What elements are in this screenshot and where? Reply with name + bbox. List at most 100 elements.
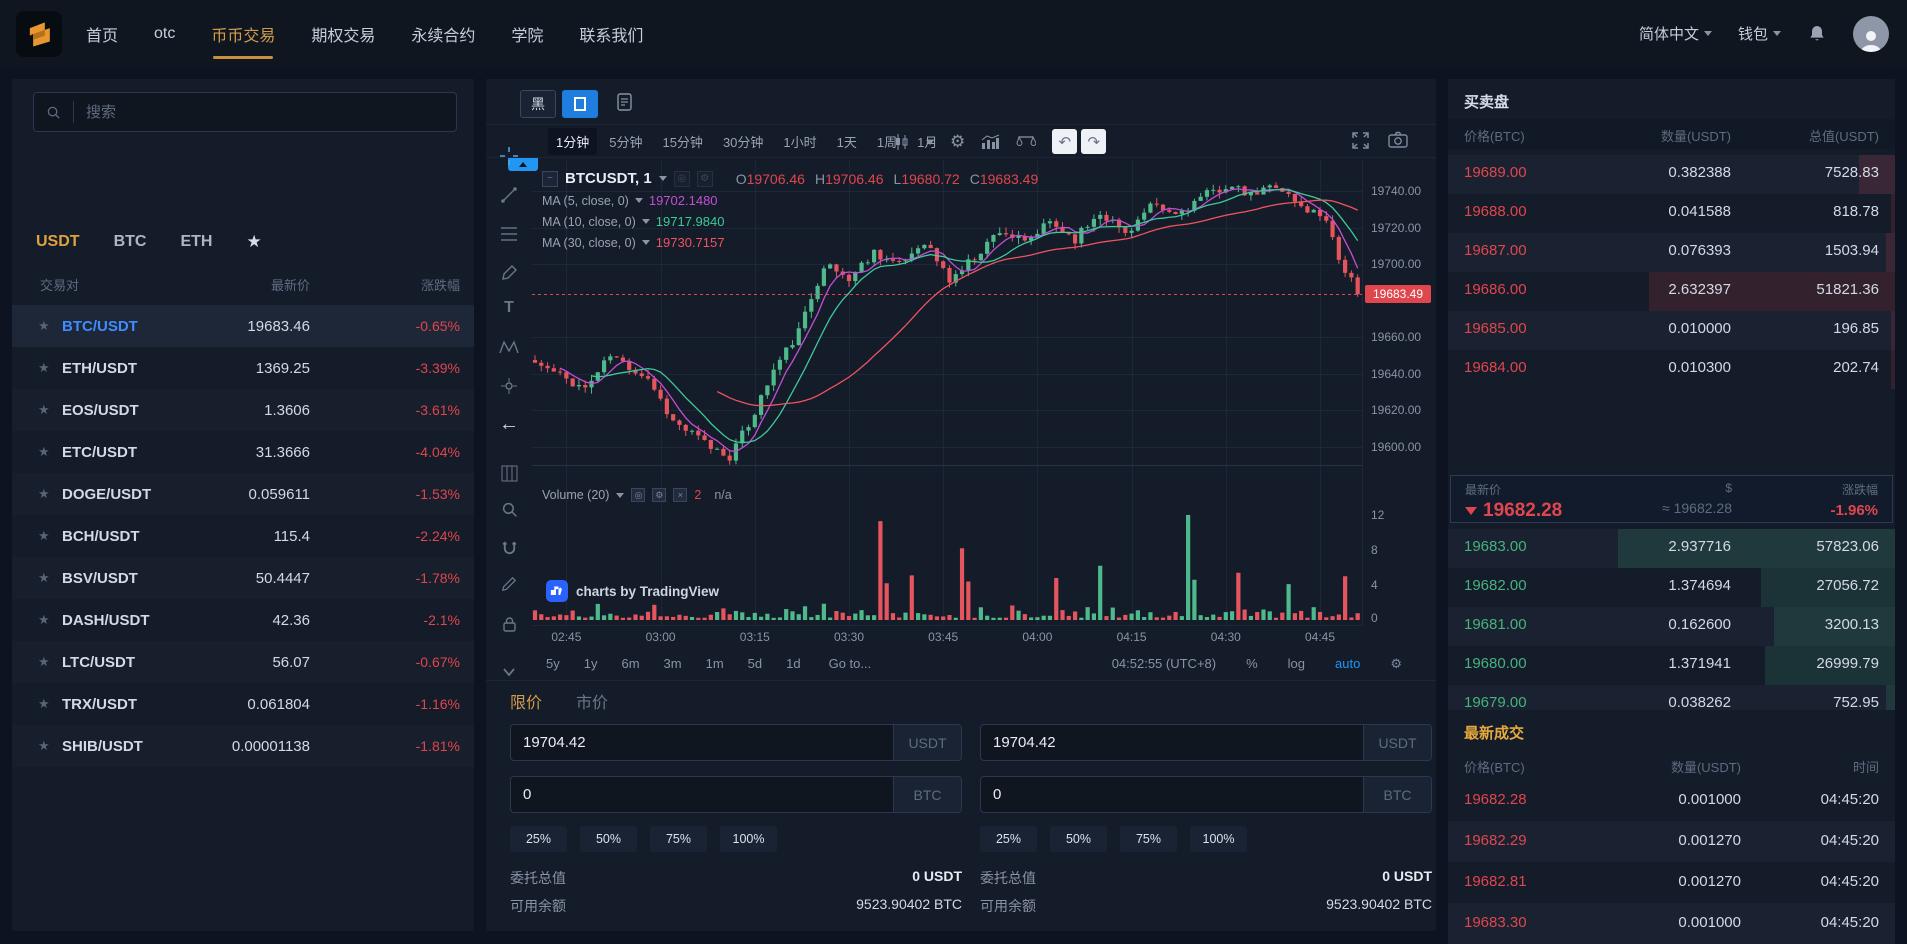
ma-dropdown-caret[interactable] <box>641 240 650 245</box>
price-axis[interactable]: 19740.00 19720.00 19700.00 19660.00 19640.00… <box>1362 160 1436 625</box>
redo-button[interactable]: ↷ <box>1081 129 1107 154</box>
range-3m[interactable]: 3m <box>664 656 682 671</box>
pair-row[interactable]: ★ LTC/USDT 56.07 -0.67% <box>12 641 474 683</box>
xabcd-pattern-icon[interactable] <box>486 334 532 360</box>
percent-scale-button[interactable]: % <box>1246 656 1258 671</box>
trend-line-icon[interactable] <box>486 182 532 208</box>
nav-item-0[interactable]: 首页 <box>86 0 118 67</box>
fib-retracement-icon[interactable] <box>486 221 532 247</box>
bid-row[interactable]: 19680.00 1.371941 26999.79 <box>1448 646 1895 685</box>
pair-row[interactable]: ★ ETH/USDT 1369.25 -3.39% <box>12 347 474 389</box>
percent-button-100[interactable]: 100% <box>720 826 777 852</box>
clock-label[interactable]: 04:52:55 (UTC+8) <box>1112 656 1216 671</box>
goto-button[interactable]: Go to... <box>829 656 872 671</box>
star-icon[interactable]: ★ <box>38 486 50 502</box>
star-icon[interactable]: ★ <box>38 696 50 712</box>
ask-row[interactable]: 19688.00 0.041588 818.78 <box>1448 194 1895 233</box>
legend-collapse-icon[interactable]: − <box>542 170 558 187</box>
pair-row[interactable]: ★ BCH/USDT 115.4 -2.24% <box>12 515 474 557</box>
star-icon[interactable]: ★ <box>38 738 50 754</box>
percent-button-100[interactable]: 100% <box>1190 826 1247 852</box>
favorites-star-icon[interactable]: ★ <box>246 232 261 252</box>
symbol-dropdown-caret[interactable] <box>658 176 667 181</box>
edit-pencil-icon[interactable] <box>486 571 532 597</box>
style-dropdown-caret[interactable] <box>926 140 934 145</box>
ask-row[interactable]: 19686.00 2.632397 51821.36 <box>1448 272 1895 311</box>
legend-eye-icon[interactable]: ◎ <box>673 170 690 187</box>
legend-settings-icon[interactable]: ⚙ <box>696 170 713 187</box>
pair-row[interactable]: ★ DASH/USDT 42.36 -2.1% <box>12 599 474 641</box>
star-icon[interactable]: ★ <box>38 444 50 460</box>
ma-dropdown-caret[interactable] <box>634 198 643 203</box>
star-icon[interactable]: ★ <box>38 318 50 334</box>
percent-button-75[interactable]: 75% <box>650 826 707 852</box>
interval-1[interactable]: 5分钟 <box>601 128 650 155</box>
star-icon[interactable]: ★ <box>38 654 50 670</box>
interval-3[interactable]: 30分钟 <box>715 128 771 155</box>
percent-button-50[interactable]: 50% <box>580 826 637 852</box>
footer-settings-icon[interactable]: ⚙ <box>1390 656 1402 672</box>
percent-button-50[interactable]: 50% <box>1050 826 1107 852</box>
user-avatar[interactable] <box>1853 15 1889 52</box>
nav-item-4[interactable]: 永续合约 <box>411 0 475 67</box>
nav-item-1[interactable]: otc <box>154 0 175 67</box>
range-5d[interactable]: 5d <box>748 656 762 671</box>
range-1y[interactable]: 1y <box>584 656 598 671</box>
language-dropdown[interactable]: 简体中文 <box>1639 23 1712 44</box>
auto-scale-button[interactable]: auto <box>1335 656 1360 671</box>
lock-icon[interactable] <box>486 611 532 637</box>
interval-5[interactable]: 1天 <box>829 128 865 155</box>
settings-gear-icon[interactable]: ⚙ <box>950 132 965 152</box>
ask-row[interactable]: 19687.00 0.076393 1503.94 <box>1448 233 1895 272</box>
quote-tab-eth[interactable]: ETH <box>180 233 212 251</box>
magnet-icon[interactable] <box>486 535 532 561</box>
crosshair-icon[interactable] <box>486 143 532 169</box>
theme-light-button[interactable] <box>562 90 598 118</box>
bar-replay-icon[interactable] <box>486 460 532 486</box>
log-scale-button[interactable]: log <box>1288 656 1305 671</box>
pair-row[interactable]: ★ BTC/USDT 19683.46 -0.65% <box>12 305 474 347</box>
ask-row[interactable]: 19689.00 0.382388 7528.83 <box>1448 155 1895 194</box>
candle-style-icon[interactable] <box>894 133 910 151</box>
range-1m[interactable]: 1m <box>706 656 724 671</box>
sell-amount-input[interactable] <box>981 777 1363 812</box>
tradingview-attribution[interactable]: charts by TradingView <box>546 580 719 602</box>
sell-price-input[interactable] <box>981 725 1363 760</box>
bid-row[interactable]: 19683.00 2.937716 57823.06 <box>1448 529 1895 568</box>
ma-dropdown-caret[interactable] <box>641 219 650 224</box>
star-icon[interactable]: ★ <box>38 570 50 586</box>
bid-row[interactable]: 19682.00 1.374694 27056.72 <box>1448 568 1895 607</box>
zoom-icon[interactable] <box>486 496 532 522</box>
volume-eye-icon[interactable]: ◎ <box>631 488 646 502</box>
ask-row[interactable]: 19684.00 0.010300 202.74 <box>1448 350 1895 389</box>
buy-amount-input[interactable] <box>511 777 893 812</box>
indicators-icon[interactable] <box>981 134 1000 150</box>
star-icon[interactable]: ★ <box>38 612 50 628</box>
percent-button-25[interactable]: 25% <box>510 826 567 852</box>
star-icon[interactable]: ★ <box>38 402 50 418</box>
order-tab-1[interactable]: 市价 <box>576 689 608 713</box>
ask-row[interactable]: 19685.00 0.010000 196.85 <box>1448 311 1895 350</box>
pair-row[interactable]: ★ SHIB/USDT 0.00001138 -1.81% <box>12 725 474 767</box>
camera-snapshot-icon[interactable] <box>1388 131 1408 150</box>
wallet-dropdown[interactable]: 钱包 <box>1738 23 1781 44</box>
text-tool-icon[interactable]: T <box>486 295 532 321</box>
pair-row[interactable]: ★ BSV/USDT 50.4447 -1.78% <box>12 557 474 599</box>
interval-2[interactable]: 15分钟 <box>654 128 710 155</box>
compare-scales-icon[interactable] <box>1016 134 1037 149</box>
nav-item-6[interactable]: 联系我们 <box>579 0 643 67</box>
collapse-left-arrow-icon[interactable]: ← <box>486 411 532 437</box>
interval-4[interactable]: 1小时 <box>775 128 824 155</box>
fullscreen-icon[interactable] <box>1351 131 1370 150</box>
undo-button[interactable]: ↶ <box>1052 129 1078 154</box>
quote-tab-usdt[interactable]: USDT <box>36 233 80 251</box>
nav-item-3[interactable]: 期权交易 <box>311 0 375 67</box>
forecast-tool-icon[interactable] <box>486 373 532 399</box>
pair-row[interactable]: ★ EOS/USDT 1.3606 -3.61% <box>12 389 474 431</box>
quote-tab-btc[interactable]: BTC <box>114 233 147 251</box>
notifications-bell-icon[interactable] <box>1807 24 1827 44</box>
volume-dropdown-caret[interactable] <box>616 492 625 498</box>
buy-price-input[interactable] <box>511 725 893 760</box>
interval-0[interactable]: 1分钟 <box>548 128 598 155</box>
time-axis[interactable]: 02:45 03:00 03:15 03:30 03:45 04:00 04:15 04:30… <box>532 625 1362 647</box>
